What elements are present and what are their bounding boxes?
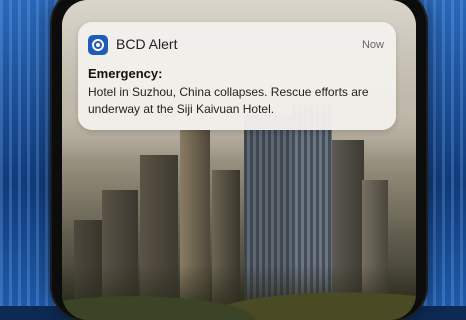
notification-title: Emergency: bbox=[88, 66, 163, 81]
notification-app-name: BCD Alert bbox=[116, 36, 178, 52]
notification-card[interactable]: BCD Alert Now Emergency: Hotel in Suzhou… bbox=[78, 22, 396, 130]
notification-time: Now bbox=[361, 39, 384, 51]
trees bbox=[62, 265, 416, 320]
bcd-alert-app-icon bbox=[88, 35, 108, 55]
notification-body: Hotel in Suzhou, China collapses. Rescue… bbox=[88, 85, 369, 116]
